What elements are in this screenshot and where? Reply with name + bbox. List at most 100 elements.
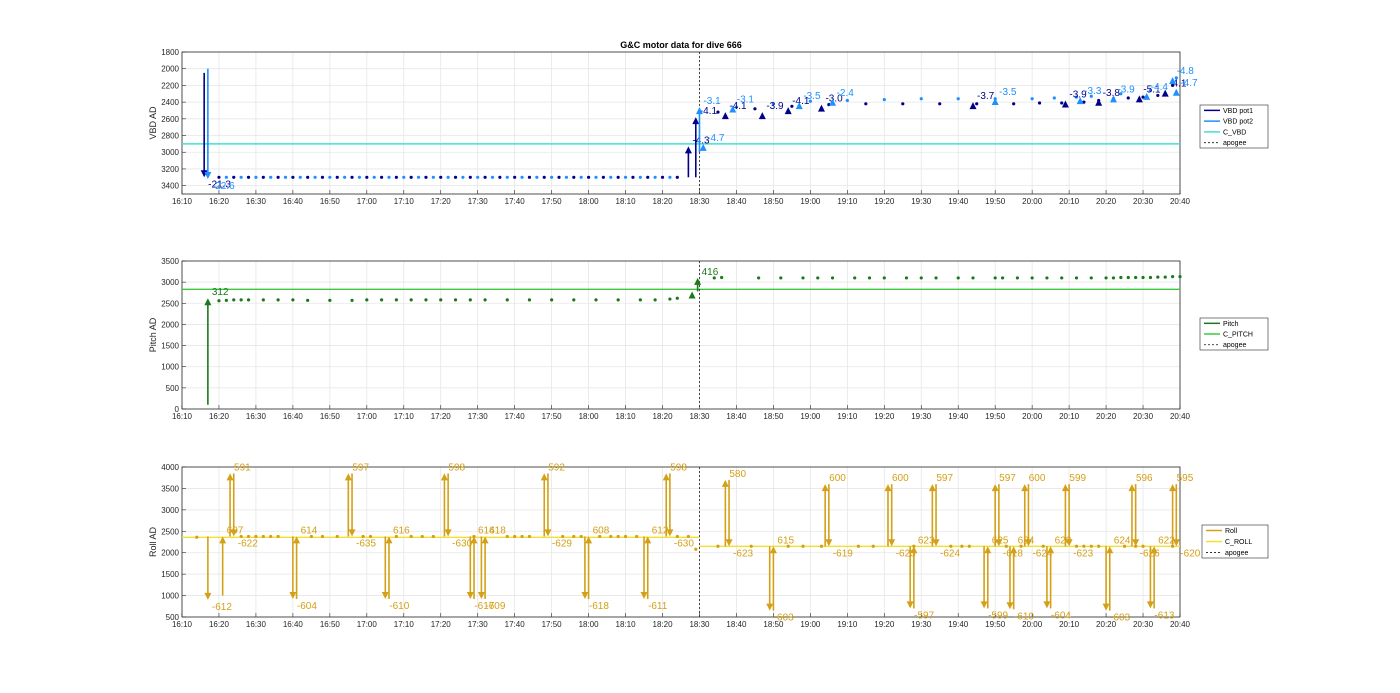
data-point [320,534,325,539]
data-point [269,175,273,179]
x-tick-label: 20:20 [1096,412,1117,421]
move-label: -623 [733,548,753,559]
y-tick-label: 2500 [161,527,179,536]
move-label: 598 [670,462,687,473]
legend-label: C_VBD [1223,129,1246,136]
y-tick-label: 1000 [161,363,179,372]
data-point [542,175,546,179]
figure: G&C motor data for dive 666 16:10 16:20 16… [148,40,1269,629]
x-tick-label: 17:20 [431,620,452,629]
data-point [901,102,905,106]
data-point [350,175,354,179]
data-point [1141,275,1145,280]
data-point [283,175,288,179]
move-label: -610 [389,601,409,612]
data-point [653,298,657,302]
data-point [638,175,642,179]
data-point [239,175,243,179]
move-label: -3.5 [999,87,1017,98]
x-tick-label: 16:20 [209,412,230,421]
x-tick-label: 17:00 [357,197,378,206]
y-tick-label: 2200 [161,81,179,90]
move-label: -618 [589,601,609,612]
data-point [416,175,421,179]
data-point [1045,276,1049,280]
data-point [967,544,971,548]
move-label: -604 [1051,610,1071,621]
legend-label: apogee [1223,140,1246,147]
data-point [476,175,480,179]
x-tick-label: 17:00 [357,412,378,421]
x-tick-label: 18:20 [653,197,674,206]
x-tick-label: 16:30 [246,412,267,421]
data-point [594,175,598,179]
data-point [343,175,347,179]
x-tick-label: 17:40 [505,412,526,421]
data-point [1052,96,1056,100]
data-point [801,544,805,548]
x-tick-label: 18:50 [763,197,784,206]
move-label: -2.4 [837,88,855,99]
data-point [609,534,613,539]
data-point [1104,276,1108,280]
move-label: -603 [1110,613,1130,624]
data-point [623,175,628,179]
x-tick-label: 17:50 [542,620,563,629]
legend-label: Roll [1225,528,1238,535]
move-label: 416 [702,267,719,278]
data-point [616,534,620,539]
move-label: -4.7 [1180,78,1198,89]
x-tick-label: 19:00 [800,412,821,421]
data-point [520,534,524,539]
chart-panels: 16:10 16:20 16:30 16:40 16:50 17:00 17:10 17:20… [148,48,1269,629]
data-point [631,175,635,179]
data-point [586,175,591,179]
x-tick-label: 19:40 [948,620,969,629]
y-tick-label: 3400 [161,182,179,191]
data-point [919,276,923,280]
data-point [461,175,465,179]
data-point [446,175,450,179]
data-point [779,276,783,280]
x-tick-label: 18:50 [763,412,784,421]
plot-area [182,261,1180,409]
data-point [564,175,569,179]
move-label: -635 [356,538,376,549]
data-point [468,298,472,302]
data-point [453,298,458,302]
x-tick-label: 18:10 [616,412,637,421]
x-tick-label: 17:10 [394,412,415,421]
move-label: -610 [1014,611,1034,622]
data-point [867,276,872,280]
x-tick-label: 20:00 [1022,197,1043,206]
data-point [550,175,554,179]
y-tick-label: 2400 [161,98,179,107]
x-tick-label: 17:50 [542,197,563,206]
move-label: -630 [674,538,694,549]
y-tick-label: 2800 [161,132,179,141]
data-point [320,175,325,179]
panel-1: 16:10 16:20 16:30 16:40 16:50 17:00 17:10 17:20… [148,48,1269,206]
chart-title: G&C motor data for dive 666 [620,40,742,50]
data-point [1163,275,1167,279]
data-point [431,534,435,539]
move-label: 597 [936,473,953,484]
data-point [1060,276,1064,280]
data-point [291,175,295,179]
move-label: 618 [489,525,506,536]
data-point [572,298,576,302]
data-point [527,534,532,539]
legend-label: Pitch [1223,321,1239,328]
data-point [635,534,639,539]
data-point [609,175,613,179]
x-tick-label: 16:50 [320,620,341,629]
data-point [623,534,628,539]
data-point [616,298,620,302]
y-axis-label: Pitch AD [148,317,158,352]
y-tick-label: 1800 [161,48,179,57]
y-tick-label: 2600 [161,115,179,124]
x-tick-label: 18:30 [689,197,710,206]
data-point [224,298,228,302]
data-point [1015,276,1019,280]
legend-label: apogee [1223,342,1246,349]
